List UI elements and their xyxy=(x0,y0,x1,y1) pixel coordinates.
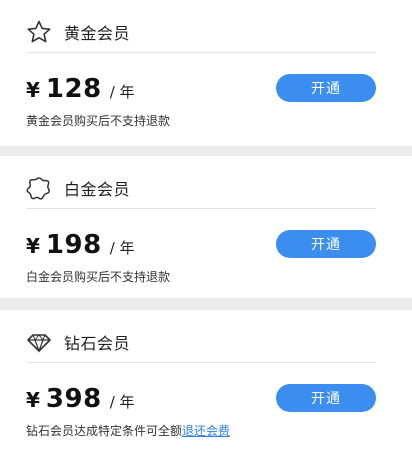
plan-header: 黄金会员 xyxy=(26,14,376,50)
currency-symbol: ¥ xyxy=(26,388,40,412)
plan-note: 钻石会员达成特定条件可全额退还会费 xyxy=(26,422,230,439)
divider xyxy=(26,52,376,53)
plan-card-diamond: 钻石会员 ¥ 398 / 年 开通 钻石会员达成特定条件可全额退还会费 xyxy=(0,310,412,454)
price-amount: 198 xyxy=(45,230,102,260)
divider xyxy=(26,208,376,209)
plan-note-text: 钻石会员达成特定条件可全额 xyxy=(26,424,183,438)
open-button[interactable]: 开通 xyxy=(276,230,376,258)
plan-header: 白金会员 xyxy=(26,170,376,206)
star-outline-icon xyxy=(26,19,52,45)
plan-note-text: 白金会员购买后不支持退款 xyxy=(26,270,171,284)
section-separator xyxy=(0,146,412,156)
divider xyxy=(26,362,376,363)
plan-note-text: 黄金会员购买后不支持退款 xyxy=(26,114,171,128)
plan-card-platinum: 白金会员 ¥ 198 / 年 开通 白金会员购买后不支持退款 xyxy=(0,156,412,298)
currency-symbol: ¥ xyxy=(26,78,40,102)
plan-card-gold: 黄金会员 ¥ 128 / 年 开通 黄金会员购买后不支持退款 xyxy=(0,0,412,146)
currency-symbol: ¥ xyxy=(26,234,40,258)
open-button[interactable]: 开通 xyxy=(276,384,376,412)
badge-outline-icon xyxy=(26,175,52,201)
price-row: ¥ 398 / 年 xyxy=(26,384,135,418)
plan-note: 白金会员购买后不支持退款 xyxy=(26,268,170,285)
plan-title: 钻石会员 xyxy=(64,334,131,353)
plan-note: 黄金会员购买后不支持退款 xyxy=(26,112,170,129)
plan-title: 白金会员 xyxy=(64,180,131,199)
price-amount: 398 xyxy=(45,384,102,414)
price-unit: / 年 xyxy=(109,83,135,101)
price-row: ¥ 198 / 年 xyxy=(26,230,135,264)
diamond-outline-icon xyxy=(26,329,52,355)
open-button[interactable]: 开通 xyxy=(276,74,376,102)
refund-link[interactable]: 退还会费 xyxy=(182,424,230,438)
plan-title: 黄金会员 xyxy=(64,24,131,43)
price-unit: / 年 xyxy=(109,393,135,411)
plan-header: 钻石会员 xyxy=(26,324,376,360)
price-row: ¥ 128 / 年 xyxy=(26,74,135,108)
price-unit: / 年 xyxy=(109,239,135,257)
price-amount: 128 xyxy=(45,74,102,104)
section-separator xyxy=(0,298,412,310)
